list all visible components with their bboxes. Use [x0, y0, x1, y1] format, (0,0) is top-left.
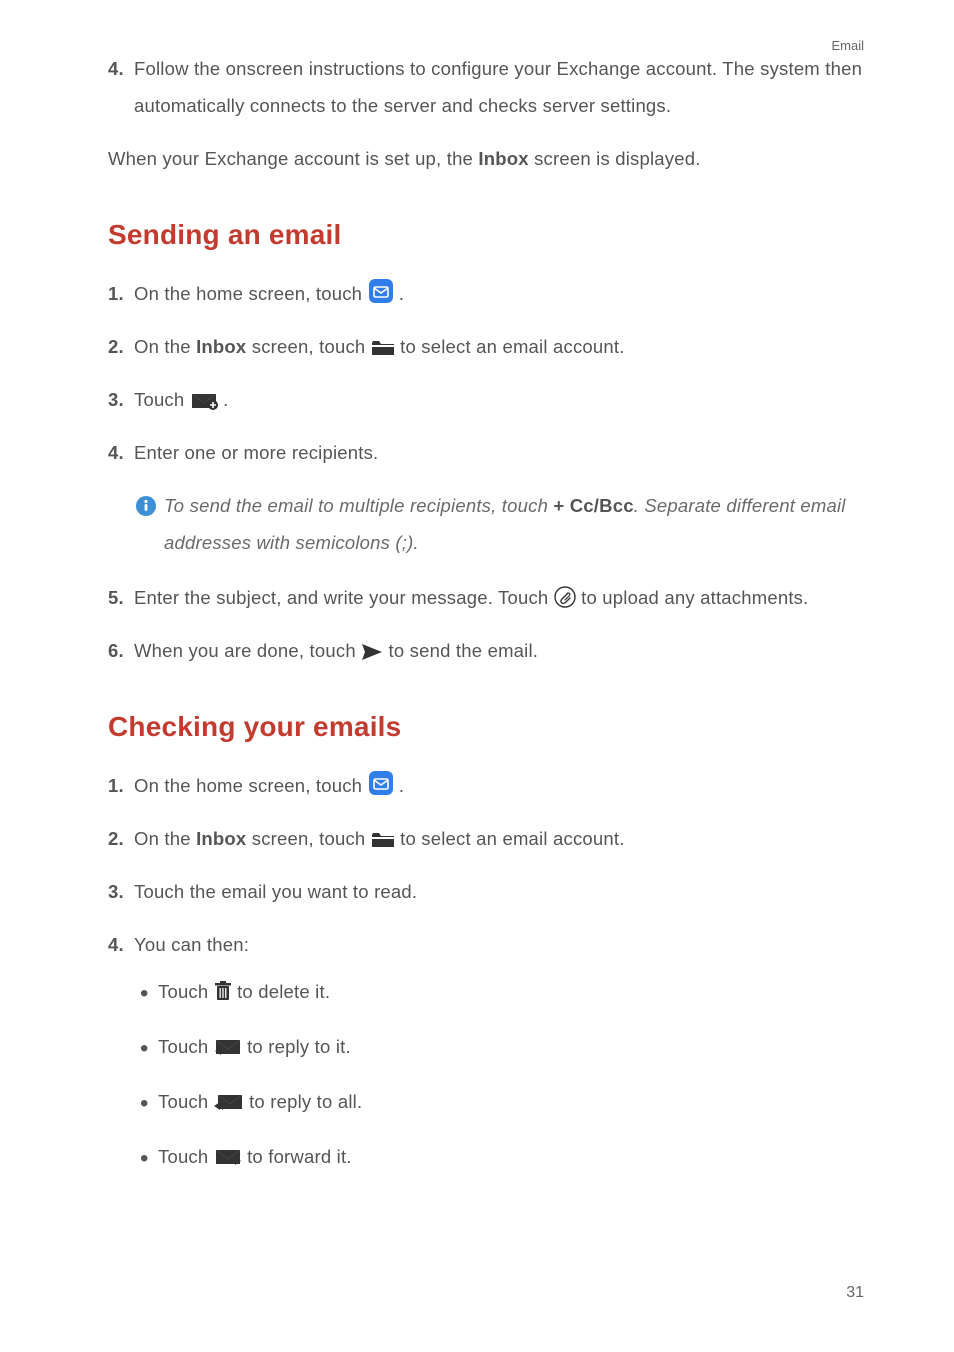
- text: to select an email account.: [400, 336, 624, 357]
- step-body: When you are done, touch to send the ema…: [134, 632, 864, 669]
- forward-icon: [214, 1147, 242, 1167]
- bullet-reply-all: • Touch to reply to all.: [140, 1083, 864, 1120]
- checking-emails-heading: Checking your emails: [108, 711, 864, 743]
- step-number: 4.: [108, 434, 134, 471]
- step-number: 6.: [108, 632, 134, 669]
- header-section-label: Email: [831, 38, 864, 53]
- step-body: On the Inbox screen, touch to select an …: [134, 820, 864, 857]
- step-number: 5.: [108, 579, 134, 616]
- reply-icon: [214, 1037, 242, 1057]
- page: Email 4. Follow the onscreen instruction…: [0, 0, 954, 1352]
- bullet-dot: •: [140, 1092, 158, 1116]
- sending-step-1: 1. On the home screen, touch .: [108, 275, 864, 312]
- text: When your Exchange account is set up, th…: [108, 148, 478, 169]
- step-body: Enter the subject, and write your messag…: [134, 579, 864, 616]
- sending-step-2: 2. On the Inbox screen, touch to select …: [108, 328, 864, 365]
- checking-step-3: 3. Touch the email you want to read.: [108, 873, 864, 910]
- step-body: Follow the onscreen instructions to conf…: [134, 50, 864, 124]
- text: .: [223, 389, 228, 410]
- text: On the home screen, touch: [134, 775, 368, 796]
- reply-all-icon: [214, 1092, 244, 1112]
- text: Enter the subject, and write your messag…: [134, 587, 554, 608]
- step-body: Enter one or more recipients.: [134, 434, 864, 471]
- text: to reply to it.: [247, 1036, 351, 1057]
- step-body: Touch the email you want to read.: [134, 873, 864, 910]
- send-icon: [361, 643, 383, 661]
- text: Touch: [158, 1091, 214, 1112]
- action-bullets: • Touch: [134, 973, 864, 1175]
- text: Touch the email you want to read.: [134, 873, 864, 910]
- page-number: 31: [846, 1284, 864, 1302]
- text: Touch: [158, 1146, 214, 1167]
- text: to upload any attachments.: [581, 587, 808, 608]
- sending-an-email-heading: Sending an email: [108, 219, 864, 251]
- step-number: 4.: [108, 50, 134, 124]
- compose-email-icon: [190, 390, 218, 410]
- inbox-bold: Inbox: [478, 148, 528, 169]
- step-number: 2.: [108, 328, 134, 365]
- step-body: On the home screen, touch .: [134, 275, 864, 312]
- info-body: To send the email to multiple recipients…: [164, 487, 864, 561]
- bullet-forward: • Touch to forward it.: [140, 1138, 864, 1175]
- checking-step-2: 2. On the Inbox screen, touch to select …: [108, 820, 864, 857]
- text: On the: [134, 336, 196, 357]
- bullet-dot: •: [140, 982, 158, 1006]
- email-app-icon: [368, 278, 394, 304]
- text: screen, touch: [246, 336, 370, 357]
- sending-step-4: 4. Enter one or more recipients.: [108, 434, 864, 471]
- checking-step-4: 4. You can then: • Touch: [108, 926, 864, 1193]
- folder-icon: [371, 831, 395, 849]
- intro-closing-paragraph: When your Exchange account is set up, th…: [108, 140, 864, 177]
- text: To send the email to multiple recipients…: [164, 495, 553, 516]
- text: to forward it.: [247, 1146, 352, 1167]
- bullet-dot: •: [140, 1037, 158, 1061]
- text: screen is displayed.: [529, 148, 701, 169]
- text: Touch: [158, 1036, 214, 1057]
- step-number: 3.: [108, 873, 134, 910]
- step-number: 2.: [108, 820, 134, 857]
- step-number: 1.: [108, 767, 134, 804]
- step-number: 4.: [108, 926, 134, 1193]
- text: You can then:: [134, 926, 864, 963]
- info-callout: To send the email to multiple recipients…: [136, 487, 864, 561]
- trash-icon: [214, 980, 232, 1002]
- inbox-bold: Inbox: [196, 828, 246, 849]
- text: Touch: [134, 389, 190, 410]
- text: On the: [134, 828, 196, 849]
- text: Enter one or more recipients.: [134, 434, 864, 471]
- text: to delete it.: [237, 981, 330, 1002]
- step-4-exchange: 4. Follow the onscreen instructions to c…: [108, 50, 864, 124]
- folder-icon: [371, 339, 395, 357]
- sending-step-5: 5. Enter the subject, and write your mes…: [108, 579, 864, 616]
- bullet-reply: • Touch to reply to it.: [140, 1028, 864, 1065]
- text: to select an email account.: [400, 828, 624, 849]
- step-body: You can then: • Touch: [134, 926, 864, 1193]
- text: .: [399, 775, 404, 796]
- step-number: 1.: [108, 275, 134, 312]
- inbox-bold: Inbox: [196, 336, 246, 357]
- step-body: Touch .: [134, 381, 864, 418]
- text: to send the email.: [389, 640, 539, 661]
- attachment-icon: [554, 586, 576, 608]
- step-body: On the Inbox screen, touch to select an …: [134, 328, 864, 365]
- bullet-delete: • Touch: [140, 973, 864, 1010]
- sending-step-6: 6. When you are done, touch to send the …: [108, 632, 864, 669]
- text: to reply to all.: [249, 1091, 362, 1112]
- text: screen, touch: [246, 828, 370, 849]
- text: Touch: [158, 981, 214, 1002]
- bullet-dot: •: [140, 1147, 158, 1171]
- step-text: Follow the onscreen instructions to conf…: [134, 50, 864, 124]
- checking-step-1: 1. On the home screen, touch .: [108, 767, 864, 804]
- text: On the home screen, touch: [134, 283, 368, 304]
- text: .: [399, 283, 404, 304]
- cc-bcc-bold: + Cc/Bcc: [553, 495, 633, 516]
- sending-step-3: 3. Touch .: [108, 381, 864, 418]
- text: When you are done, touch: [134, 640, 361, 661]
- step-body: On the home screen, touch .: [134, 767, 864, 804]
- step-number: 3.: [108, 381, 134, 418]
- email-app-icon: [368, 770, 394, 796]
- info-icon: [136, 487, 164, 561]
